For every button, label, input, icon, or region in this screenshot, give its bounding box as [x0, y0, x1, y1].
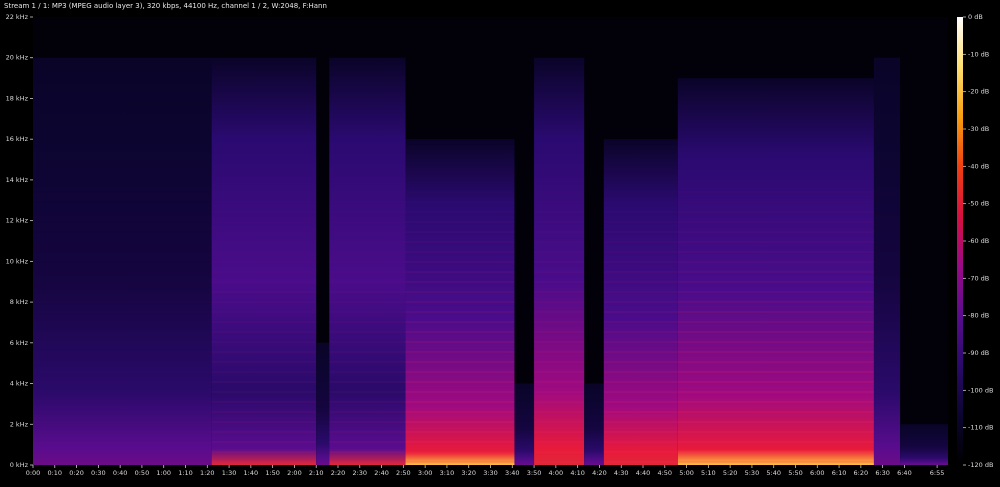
- segment-6: [534, 57, 585, 466]
- colorbar-axis: 0 dB -10 dB -20 dB -30 dB -40 dB -50 dB -60 dB…: [963, 13, 993, 469]
- x-tick-label: 2:50: [396, 469, 411, 477]
- colorbar-tick-label: -120 dB: [968, 461, 993, 469]
- colorbar: [957, 17, 963, 465]
- spectrogram-chart: 0:00 0:10 0:20 0:30 0:40 0:50 1:00 1:10 1:20 1:30…: [6, 13, 994, 477]
- segment-rect-0: [33, 57, 212, 466]
- segment-rect-3: [329, 57, 406, 466]
- y-tick-label: 12 kHz: [6, 217, 29, 225]
- x-tick-label: 3:30: [483, 469, 498, 477]
- colorbar-tick-label: -80 dB: [968, 312, 989, 320]
- x-tick-label: 1:20: [200, 469, 215, 477]
- colorbar-tick-label: -30 dB: [968, 125, 989, 133]
- x-tick-label: 4:30: [614, 469, 629, 477]
- colorbar-tick-label: -40 dB: [968, 162, 989, 170]
- x-tick-label: 5:10: [701, 469, 716, 477]
- segment-rect-5: [514, 383, 535, 465]
- colorbar-tick-label: -50 dB: [968, 200, 989, 208]
- x-tick-label: 2:10: [309, 469, 324, 477]
- x-tick-label: 0:30: [91, 469, 106, 477]
- x-tick-label: 5:00: [679, 469, 694, 477]
- colorbar-tick-label: -60 dB: [968, 237, 989, 245]
- x-tick-label: 1:50: [265, 469, 280, 477]
- x-tick-label: 6:55: [930, 469, 945, 477]
- x-tick-label: 6:30: [875, 469, 890, 477]
- y-tick-label: 14 kHz: [6, 176, 29, 184]
- x-tick-label: 5:40: [766, 469, 781, 477]
- segment-rect-7: [584, 383, 604, 465]
- x-tick-label: 6:40: [897, 469, 912, 477]
- segment-11: [900, 424, 948, 465]
- segment-5: [514, 383, 535, 465]
- segment-rect-6: [534, 57, 585, 466]
- x-tick-label: 3:20: [461, 469, 476, 477]
- x-tick-label: 6:20: [854, 469, 869, 477]
- x-tick-label: 0:20: [69, 469, 84, 477]
- x-tick-label: 3:40: [505, 469, 520, 477]
- x-tick-label: 5:30: [745, 469, 760, 477]
- x-tick-label: 5:20: [723, 469, 738, 477]
- x-tick-label: 2:00: [287, 469, 302, 477]
- y-tick-label: 6 kHz: [10, 339, 29, 347]
- x-tick-label: 1:10: [178, 469, 193, 477]
- segment-rect-11: [900, 424, 948, 465]
- segment-9: [677, 78, 874, 465]
- y-tick-label: 16 kHz: [6, 135, 29, 143]
- segment-rect-2: [316, 342, 330, 465]
- x-tick-label: 2:40: [374, 469, 389, 477]
- x-tick-label: 3:50: [527, 469, 542, 477]
- segment-7: [584, 383, 604, 465]
- segment-0: [33, 57, 212, 466]
- y-tick-label: 8 kHz: [10, 298, 29, 306]
- x-tick-label: 6:00: [810, 469, 825, 477]
- x-tick-label: 0:40: [113, 469, 128, 477]
- x-tick-label: 6:10: [832, 469, 847, 477]
- segment-3: [329, 57, 406, 466]
- segment-2: [316, 342, 330, 465]
- x-tick-label: 1:00: [156, 469, 171, 477]
- x-tick-label: 4:50: [657, 469, 672, 477]
- segment-10: [873, 57, 901, 466]
- x-tick-label: 4:40: [636, 469, 651, 477]
- x-tick-label: 5:50: [788, 469, 803, 477]
- colorbar-tick-label: 0 dB: [968, 13, 983, 21]
- segment-rect-1: [211, 57, 317, 466]
- y-tick-label: 0 kHz: [10, 461, 29, 469]
- x-tick-label: 3:10: [440, 469, 455, 477]
- x-tick-label: 1:40: [244, 469, 259, 477]
- colorbar-tick-label: -10 dB: [968, 50, 989, 58]
- x-tick-label: 0:10: [47, 469, 62, 477]
- y-tick-label: 22 kHz: [6, 13, 29, 21]
- y-tick-label: 4 kHz: [10, 380, 29, 388]
- colorbar-tick-label: -70 dB: [968, 274, 989, 282]
- x-axis: 0:00 0:10 0:20 0:30 0:40 0:50 1:00 1:10 1:20 1:30…: [26, 465, 945, 477]
- colorbar-tick-label: -110 dB: [968, 424, 993, 432]
- colorbar-tick-label: -20 dB: [968, 88, 989, 96]
- y-tick-label: 10 kHz: [6, 257, 29, 265]
- segment-1: [211, 57, 317, 466]
- segment-rect-10: [873, 57, 901, 466]
- segment-8: [603, 139, 678, 465]
- colorbar-tick-label: -90 dB: [968, 349, 989, 357]
- x-tick-label: 1:30: [222, 469, 237, 477]
- x-tick-label: 0:50: [135, 469, 150, 477]
- x-tick-label: 0:00: [26, 469, 41, 477]
- y-tick-label: 2 kHz: [10, 420, 29, 428]
- y-tick-label: 18 kHz: [6, 94, 29, 102]
- y-axis: 0 kHz 2 kHz 4 kHz 6 kHz 8 kHz 10 kHz 12 kHz 14 …: [6, 13, 33, 469]
- x-tick-label: 2:20: [331, 469, 346, 477]
- x-tick-label: 2:30: [352, 469, 367, 477]
- x-tick-label: 4:20: [592, 469, 607, 477]
- x-tick-label: 4:10: [570, 469, 585, 477]
- x-tick-label: 4:00: [549, 469, 564, 477]
- x-tick-label: 3:00: [418, 469, 433, 477]
- colorbar-tick-label: -100 dB: [968, 386, 993, 394]
- y-tick-label: 20 kHz: [6, 54, 29, 62]
- segment-4: [405, 139, 515, 465]
